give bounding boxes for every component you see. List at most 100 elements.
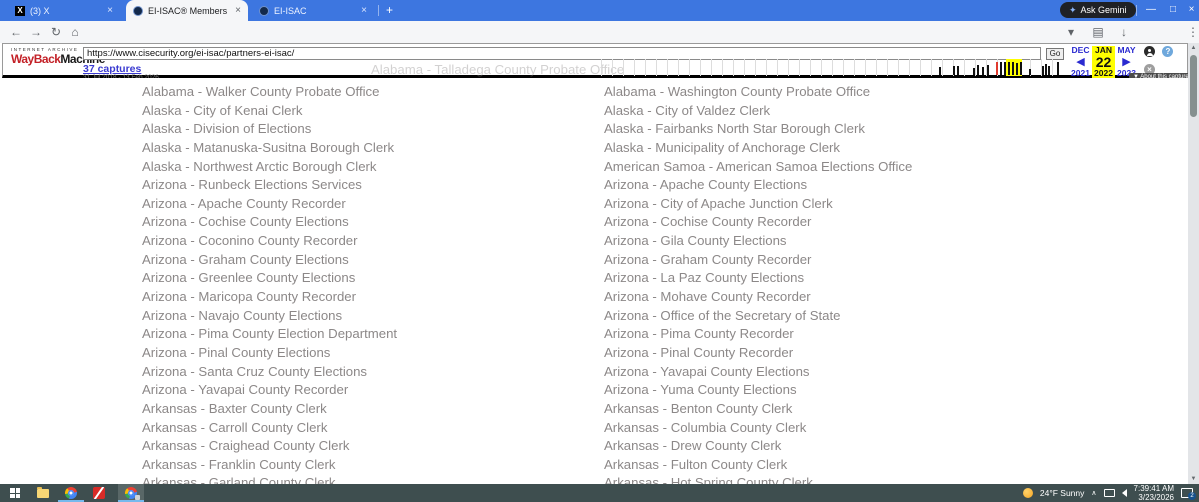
timeline-bar	[1008, 62, 1010, 75]
member-row: Arizona - La Paz County Elections	[604, 269, 1064, 288]
tab-close-icon[interactable]: ×	[361, 5, 367, 16]
minimize-button[interactable]: —	[1140, 0, 1162, 20]
account-icon[interactable]	[1144, 46, 1155, 57]
network-icon[interactable]	[1104, 489, 1115, 497]
member-row: Arizona - Navajo County Elections	[142, 307, 602, 326]
close-window-button[interactable]: ×	[1184, 0, 1199, 20]
cis-favicon-icon	[259, 6, 269, 16]
member-row: Alaska - Municipality of Anchorage Clerk	[604, 139, 1064, 158]
prev-capture-icon[interactable]: ◀	[1069, 55, 1092, 69]
member-row: Arizona - Runbeck Elections Services	[142, 176, 602, 195]
capture-calendar: DEC JAN MAY ◀ 22 ▶ 2021 2022 2023	[1069, 46, 1138, 78]
timeline-bar	[982, 67, 984, 75]
member-row: Arkansas - Carroll County Clerk	[142, 419, 602, 438]
timeline-bar	[953, 66, 955, 75]
member-row: Alabama - Walker County Probate Office	[142, 83, 602, 102]
capture-day: 22	[1092, 55, 1115, 69]
timeline-bar	[939, 67, 941, 75]
forward-icon[interactable]: →	[28, 24, 44, 40]
member-row: Arkansas - Garland County Clerk	[142, 474, 602, 484]
capture-timeline[interactable]	[601, 59, 1061, 76]
member-row: Alaska - Matanuska-Susitna Borough Clerk	[142, 139, 602, 158]
timeline-bar	[973, 68, 975, 75]
logo-wayback: WayBack	[11, 52, 60, 66]
tab-close-icon[interactable]: ×	[235, 5, 241, 16]
reload-icon[interactable]: ↻	[48, 24, 64, 40]
member-row: Arizona - Pima County Recorder	[604, 325, 1064, 344]
member-row: Arkansas - Benton County Clerk	[604, 400, 1064, 419]
member-row: Arizona - Graham County Recorder	[604, 251, 1064, 270]
member-row: Arizona - Yavapai County Recorder	[142, 381, 602, 400]
weather-sun-icon[interactable]	[1023, 488, 1033, 498]
tray-expand-icon[interactable]: ∧	[1091, 489, 1096, 497]
gemini-label: Ask Gemini	[1081, 5, 1127, 15]
x-logo-icon: X	[15, 6, 25, 16]
notification-center-icon[interactable]: 2	[1181, 488, 1193, 498]
next-capture-icon[interactable]: ▶	[1115, 55, 1138, 69]
scroll-down-icon[interactable]: ▼	[1188, 474, 1199, 484]
year-current[interactable]: 2022	[1092, 69, 1115, 78]
member-row: Arizona - Apache County Recorder	[142, 195, 602, 214]
tab-x[interactable]: X (3) X ×	[8, 0, 120, 21]
member-row: Arizona - Yuma County Elections	[604, 381, 1064, 400]
windows-logo-icon	[10, 488, 20, 498]
chrome-taskbar-button[interactable]	[58, 484, 84, 502]
scroll-up-icon[interactable]: ▲	[1188, 43, 1199, 53]
timeline-bar	[987, 65, 989, 75]
taskbar-clock[interactable]: 7:39:41 AM 3/23/2026	[1134, 484, 1174, 502]
tab-ei-isac[interactable]: EI-ISAC ×	[252, 0, 374, 21]
member-row: Arkansas - Drew County Clerk	[604, 437, 1064, 456]
back-icon[interactable]: ←	[8, 24, 24, 40]
year-prev[interactable]: 2021	[1069, 69, 1092, 78]
member-row: Alabama - Washington County Probate Offi…	[604, 83, 1064, 102]
chrome-active-window-button[interactable]	[118, 484, 144, 502]
timeline-bar	[1042, 66, 1044, 75]
help-icon[interactable]: ?	[1162, 46, 1173, 57]
member-row: Arizona - City of Apache Junction Clerk	[604, 195, 1064, 214]
home-icon[interactable]: ⌂	[67, 24, 83, 40]
timeline-bar	[1004, 62, 1006, 75]
tab-ei-isac-members[interactable]: EI-ISAC® Members ×	[126, 0, 248, 21]
month-prev[interactable]: DEC	[1069, 46, 1092, 55]
file-explorer-button[interactable]	[30, 484, 56, 502]
tab-label: EI-ISAC® Members	[148, 6, 227, 16]
browser-toolbar: ← → ↻ ⌂ web.archive.org/web/202201222154…	[0, 21, 1199, 43]
side-panel-icon[interactable]: ▤	[1090, 24, 1106, 40]
red-app-button[interactable]	[86, 484, 112, 502]
tab-divider	[378, 5, 379, 16]
member-row: Arkansas - Baxter County Clerk	[142, 400, 602, 419]
menu-icon[interactable]: ⋮	[1185, 24, 1199, 40]
member-row: Arizona - Santa Cruz County Elections	[142, 363, 602, 382]
member-row: Alaska - Northwest Arctic Borough Clerk	[142, 158, 602, 177]
ask-gemini-button[interactable]: ✦ Ask Gemini	[1060, 2, 1136, 18]
red-app-icon	[93, 487, 105, 499]
tab-group-icon[interactable]: ▾	[1063, 24, 1079, 40]
member-row: American Samoa - American Samoa Election…	[604, 158, 1064, 177]
member-row: Arkansas - Hot Spring County Clerk	[604, 474, 1064, 484]
month-next[interactable]: MAY	[1115, 46, 1138, 55]
timeline-bar	[1020, 62, 1022, 75]
member-row: Arizona - Yavapai County Elections	[604, 363, 1064, 382]
weather-label[interactable]: 24°F Sunny	[1040, 488, 1085, 498]
new-tab-button[interactable]: +	[382, 3, 397, 18]
member-row: Arkansas - Fulton County Clerk	[604, 456, 1064, 475]
member-row: Arizona - Office of the Secretary of Sta…	[604, 307, 1064, 326]
timeline-bar-current	[996, 62, 998, 75]
clock-date: 3/23/2026	[1134, 493, 1174, 502]
start-button[interactable]	[2, 484, 28, 502]
folder-icon	[37, 489, 49, 498]
scrollbar-thumb[interactable]	[1190, 55, 1197, 117]
timeline-bar	[1048, 66, 1050, 75]
tab-close-icon[interactable]: ×	[107, 5, 113, 16]
member-row: Arizona - Apache County Elections	[604, 176, 1064, 195]
download-icon[interactable]: ↓	[1116, 24, 1132, 40]
maximize-button[interactable]: □	[1162, 0, 1184, 20]
chrome-icon	[65, 487, 77, 499]
member-row: Arizona - Cochise County Elections	[142, 213, 602, 232]
member-row: Alaska - Division of Elections	[142, 120, 602, 139]
volume-icon[interactable]	[1122, 489, 1127, 497]
page-scrollbar[interactable]: ▲ ▼	[1188, 43, 1199, 484]
wayback-machine-logo[interactable]: INTERNET ARCHIVE WayBackMachine	[11, 47, 86, 66]
member-list-page: Alabama - Walker County Probate OfficeAl…	[0, 78, 1188, 484]
notification-badge: 2	[1188, 492, 1196, 500]
